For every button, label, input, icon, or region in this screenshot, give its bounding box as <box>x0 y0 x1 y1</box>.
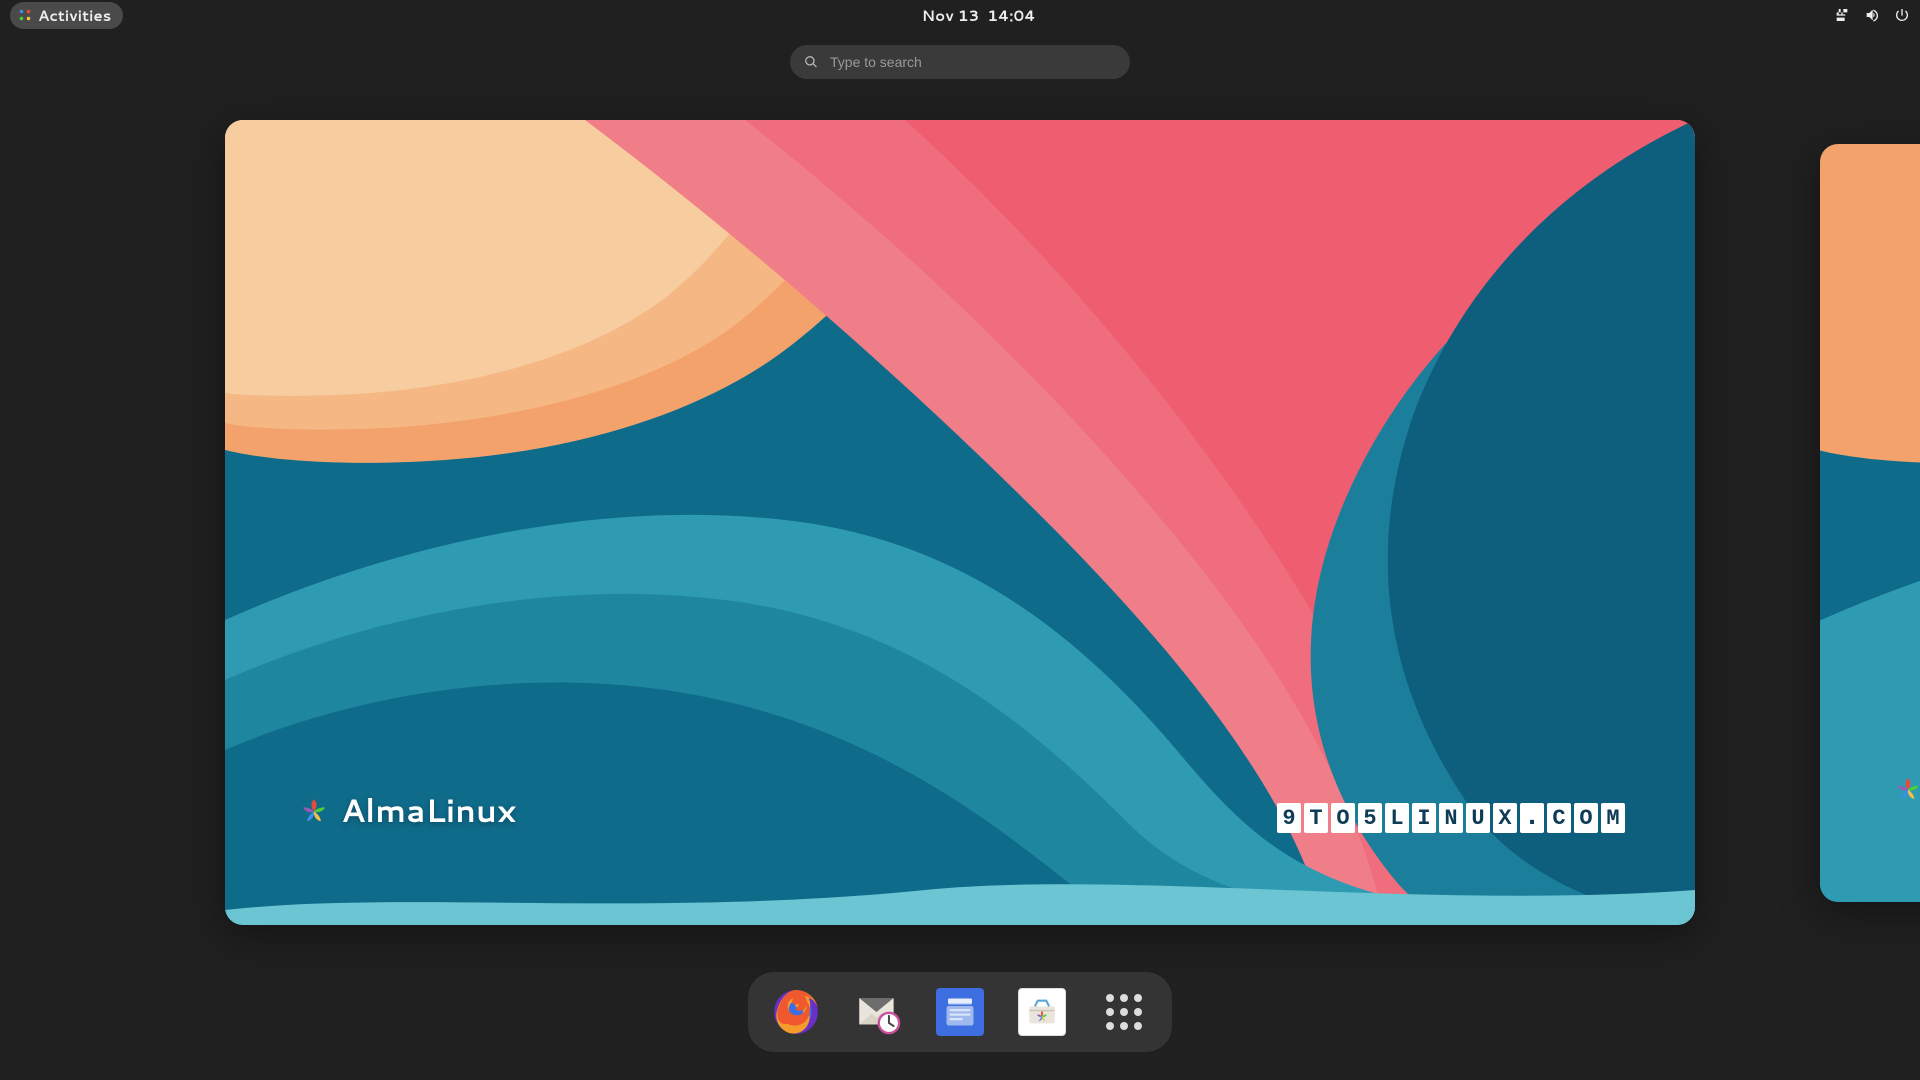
clock-time: 14:04 <box>987 5 1035 26</box>
workspace-thumbnail-main[interactable]: AlmaLinux 9TO5LINUX.COM <box>225 120 1695 925</box>
search-icon <box>804 55 818 69</box>
grid-icon <box>1106 994 1142 1030</box>
os-brand: AlmaLinux <box>297 788 516 833</box>
dock-app-mail[interactable] <box>852 986 904 1038</box>
watermark-char: 5 <box>1358 803 1382 833</box>
watermark-9to5linux: 9TO5LINUX.COM <box>1277 803 1625 833</box>
watermark-char: N <box>1439 803 1463 833</box>
power-icon <box>1894 7 1910 23</box>
watermark-char: . <box>1520 803 1544 833</box>
activities-label: Activities <box>38 5 111 26</box>
clock[interactable]: Nov 13 14:04 <box>922 5 1036 26</box>
mail-clock-icon <box>853 987 903 1037</box>
watermark-char: L <box>1385 803 1409 833</box>
watermark-char: I <box>1412 803 1436 833</box>
search-input[interactable] <box>828 53 1116 71</box>
watermark-char: C <box>1547 803 1571 833</box>
audio-volume-icon <box>1864 7 1880 23</box>
dock-show-applications[interactable] <box>1098 986 1150 1038</box>
watermark-char: T <box>1304 803 1328 833</box>
status-area[interactable] <box>1834 7 1910 23</box>
watermark-char: O <box>1574 803 1598 833</box>
watermark-char: X <box>1493 803 1517 833</box>
clock-date: Nov 13 <box>922 5 979 26</box>
firefox-icon <box>771 987 821 1037</box>
watermark-char: M <box>1601 803 1625 833</box>
overview-search[interactable] <box>790 45 1130 79</box>
almalinux-logo-icon <box>297 794 331 828</box>
network-wired-icon <box>1834 7 1850 23</box>
os-brand: AlmaLinux <box>1892 768 1920 810</box>
os-name: AlmaLinux <box>341 788 516 833</box>
files-icon <box>936 988 984 1036</box>
dock-app-software[interactable] <box>1016 986 1068 1038</box>
dash-dock <box>748 972 1172 1052</box>
dock-app-firefox[interactable] <box>770 986 822 1038</box>
watermark-char: 9 <box>1277 803 1301 833</box>
activities-icon <box>18 8 32 22</box>
software-icon <box>1018 988 1066 1036</box>
dock-app-files[interactable] <box>934 986 986 1038</box>
watermark-char: O <box>1331 803 1355 833</box>
almalinux-logo-icon <box>1892 773 1920 805</box>
activities-button[interactable]: Activities <box>10 2 123 29</box>
workspace-thumbnail-next[interactable]: AlmaLinux <box>1820 144 1920 902</box>
top-bar: Activities Nov 13 14:04 <box>0 0 1920 30</box>
watermark-char: U <box>1466 803 1490 833</box>
